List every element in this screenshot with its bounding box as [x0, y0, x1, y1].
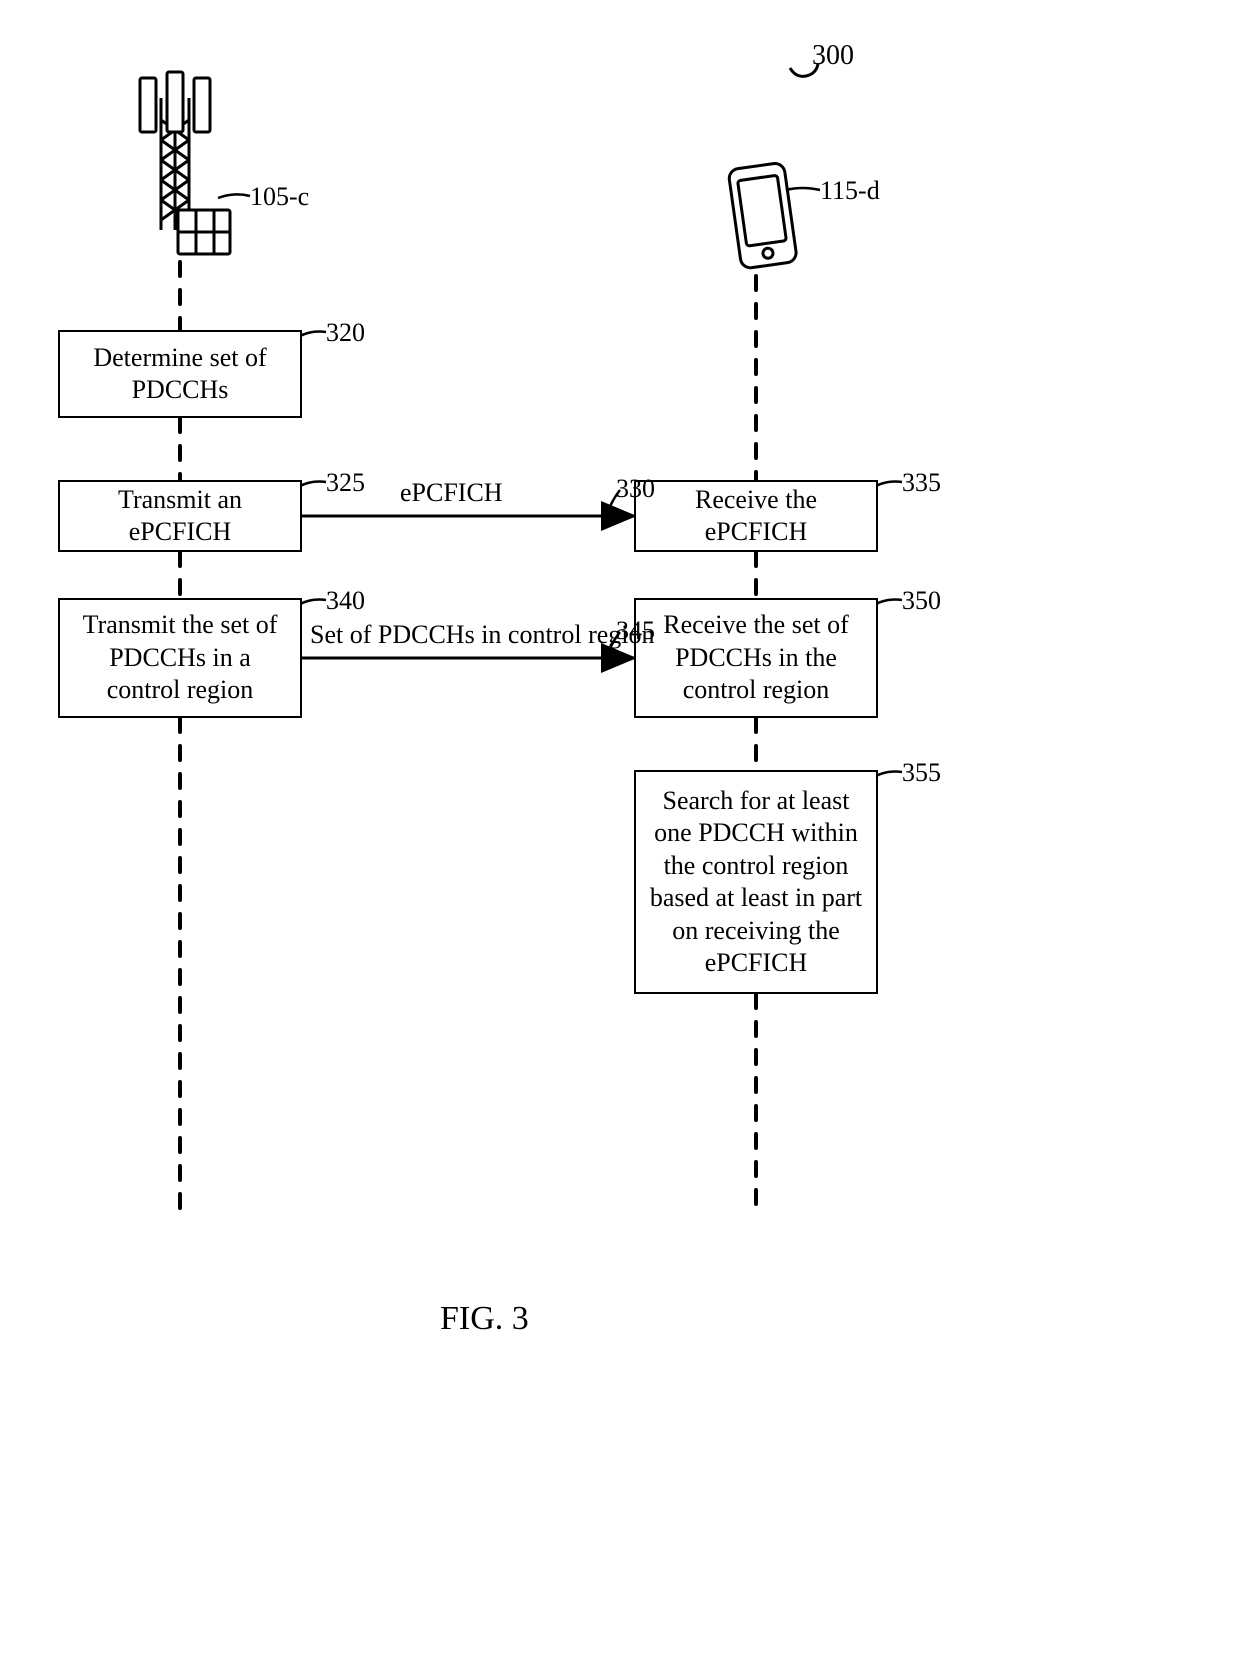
message-pdcchs-label: Set of PDCCHs in control region: [310, 620, 655, 650]
message-epcfich-label: ePCFICH: [400, 478, 503, 508]
step-receive-epcfich: Receive the ePCFICH: [634, 480, 878, 552]
ref-345: 345: [616, 616, 655, 646]
right-actor-label: 115-d: [820, 176, 880, 206]
ref-320: 320: [326, 318, 365, 348]
step-text: Transmit the set of PDCCHs in a control …: [70, 609, 290, 707]
step-receive-pdcchs: Receive the set of PDCCHs in the control…: [634, 598, 878, 718]
ref-330: 330: [616, 474, 655, 504]
ref-335: 335: [902, 468, 941, 498]
step-transmit-pdcchs: Transmit the set of PDCCHs in a control …: [58, 598, 302, 718]
base-station-icon: [140, 72, 230, 254]
step-text: Transmit an ePCFICH: [70, 484, 290, 549]
left-actor-label: 105-c: [250, 182, 309, 212]
step-text: Search for at least one PDCCH within the…: [646, 785, 866, 980]
phone-icon: [728, 162, 797, 269]
step-text: Receive the ePCFICH: [646, 484, 866, 549]
diagram-canvas: 300 105-c 115-d Determine set of PDCCHs …: [0, 0, 1240, 1654]
step-text: Receive the set of PDCCHs in the control…: [646, 609, 866, 707]
step-determine-pdcchs: Determine set of PDCCHs: [58, 330, 302, 418]
step-search-pdcch: Search for at least one PDCCH within the…: [634, 770, 878, 994]
figure-number: 300: [812, 40, 854, 72]
diagram-svg: [0, 0, 1240, 1654]
step-transmit-epcfich: Transmit an ePCFICH: [58, 480, 302, 552]
ref-325: 325: [326, 468, 365, 498]
step-text: Determine set of PDCCHs: [70, 342, 290, 407]
figure-caption: FIG. 3: [440, 1300, 529, 1338]
ref-340: 340: [326, 586, 365, 616]
ref-355: 355: [902, 758, 941, 788]
ref-350: 350: [902, 586, 941, 616]
